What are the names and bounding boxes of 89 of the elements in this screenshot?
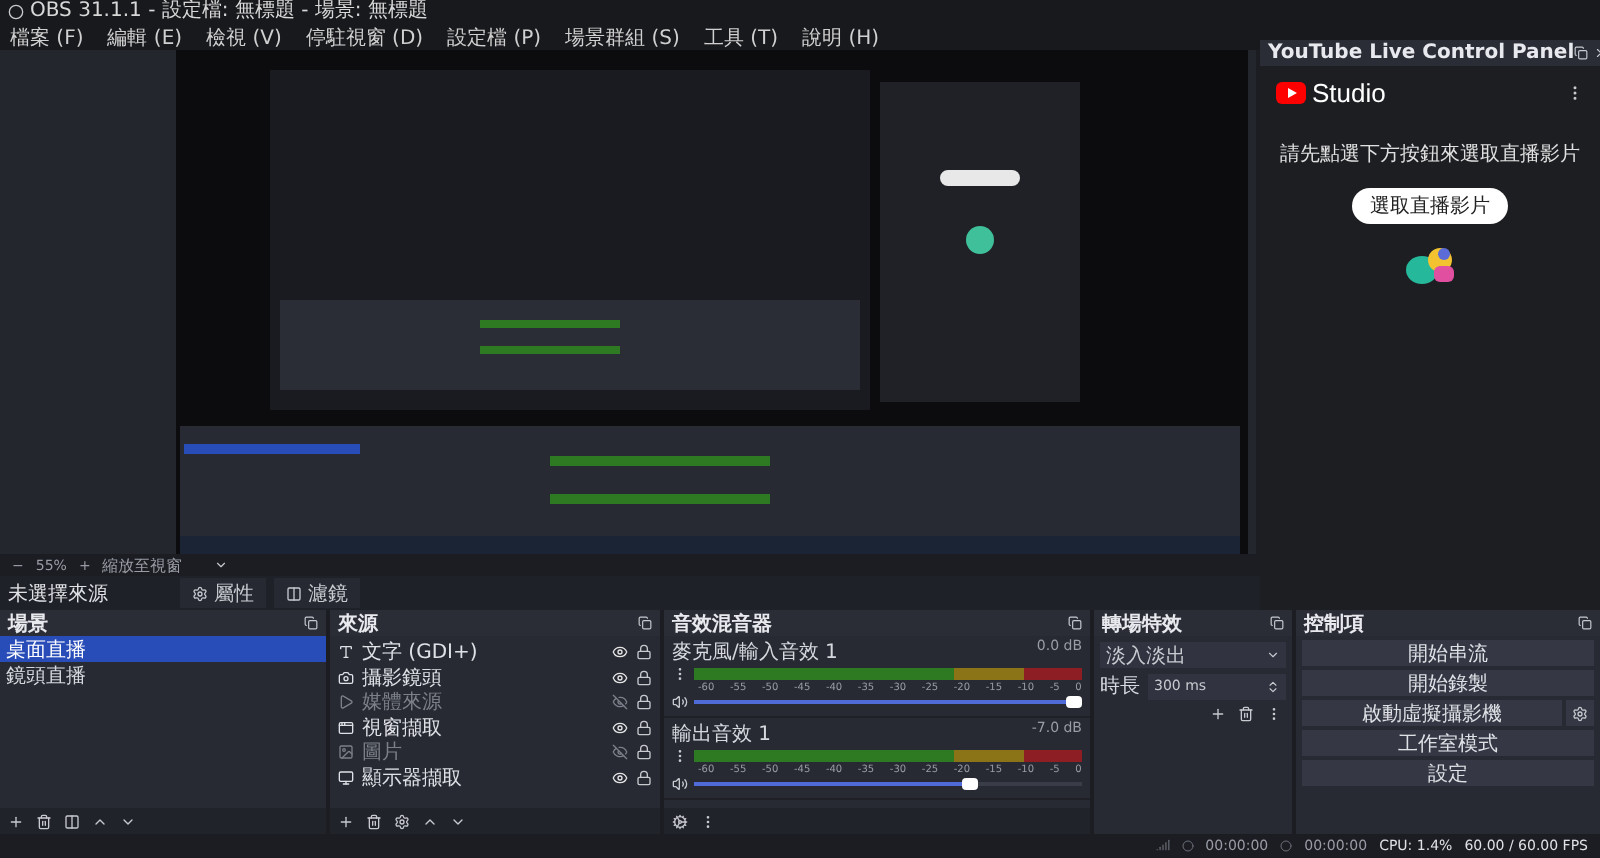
menu-item[interactable]: 檢視 (V) <box>206 23 282 51</box>
menu-item[interactable]: 工具 (T) <box>703 23 779 51</box>
float-icon[interactable] <box>1270 616 1284 630</box>
signal-icon <box>1155 838 1170 852</box>
gear-icon[interactable] <box>192 585 208 601</box>
channel-name: 輸出音效 1 <box>672 721 772 748</box>
volume-slider[interactable] <box>694 696 1082 708</box>
filter-icon[interactable] <box>286 585 302 601</box>
mascot-drawing <box>1404 244 1456 288</box>
scene-item[interactable]: 鏡頭直播 <box>0 662 326 688</box>
float-icon[interactable] <box>304 616 318 630</box>
transition-dropdown[interactable]: 淡入淡出 <box>1100 642 1286 668</box>
gear-icon[interactable] <box>672 813 688 829</box>
camera-icon <box>338 669 354 686</box>
control-button[interactable]: 開始錄製 <box>1302 670 1594 696</box>
zoom-mode-dropdown[interactable]: 縮放至視窗 <box>102 553 183 577</box>
source-name[interactable]: 圖片 <box>362 738 604 767</box>
eye-icon[interactable] <box>612 644 628 661</box>
dock-title: 控制項 <box>1304 611 1364 637</box>
instruction-text: 請先點選下方按鈕來選取直播影片 <box>1280 141 1580 168</box>
play-icon <box>338 694 354 711</box>
filter-icon[interactable] <box>64 813 80 829</box>
control-button[interactable]: 工作室模式 <box>1302 730 1594 756</box>
record-icon <box>1280 839 1293 851</box>
settings-button[interactable] <box>1566 700 1594 726</box>
image-icon <box>338 744 354 761</box>
slider-thumb[interactable] <box>961 778 978 790</box>
window-icon <box>338 719 354 736</box>
stream-icon <box>1181 839 1194 851</box>
source-name[interactable]: 視窗擷取 <box>362 713 604 742</box>
lock-icon[interactable] <box>636 744 652 761</box>
control-button[interactable]: 開始串流 <box>1302 640 1594 666</box>
float-icon[interactable] <box>638 616 652 630</box>
lock-icon[interactable] <box>636 694 652 711</box>
menu-item[interactable]: 說明 (H) <box>802 23 880 51</box>
slider-thumb[interactable] <box>1066 696 1082 708</box>
lock-icon[interactable] <box>636 644 652 661</box>
eye-icon[interactable] <box>612 719 628 736</box>
source-name[interactable]: 文字 (GDI+) <box>362 638 604 667</box>
select-stream-button[interactable]: 選取直播影片 <box>1352 188 1508 224</box>
add-icon[interactable] <box>338 813 354 829</box>
source-name[interactable]: 媒體來源 <box>362 688 604 717</box>
filters-button[interactable]: 濾鏡 <box>274 578 360 608</box>
gear-icon[interactable] <box>394 813 410 829</box>
add-icon[interactable] <box>1210 706 1226 722</box>
add-icon[interactable] <box>8 813 24 829</box>
trash-icon[interactable] <box>366 813 382 829</box>
duration-label: 時長 <box>1100 673 1140 700</box>
lock-icon[interactable] <box>636 719 652 736</box>
no-source-label: 未選擇來源 <box>8 581 110 607</box>
text-icon <box>338 644 354 661</box>
control-button[interactable]: 啟動虛擬攝影機 <box>1302 700 1562 726</box>
menu-item[interactable]: 編輯 (E) <box>107 23 183 51</box>
caret-icon[interactable] <box>214 558 229 572</box>
spinner-icon[interactable] <box>1266 679 1280 693</box>
properties-button[interactable]: 屬性 <box>180 578 266 608</box>
control-button[interactable]: 設定 <box>1302 760 1594 786</box>
trash-icon[interactable] <box>1238 706 1254 722</box>
scene-item[interactable]: 桌面直播 <box>0 636 326 662</box>
dock-title: 來源 <box>338 611 378 637</box>
eye-icon[interactable] <box>612 669 628 686</box>
menu-item[interactable]: 檔案 (F) <box>10 23 84 51</box>
dock-title: 場景 <box>8 611 48 637</box>
float-icon[interactable] <box>1068 616 1082 630</box>
float-icon[interactable] <box>1578 616 1592 630</box>
play-logo-icon <box>1276 82 1306 104</box>
float-icon[interactable] <box>1574 46 1589 60</box>
dock-title: YouTube Live Control Panel <box>1268 42 1575 64</box>
caret-icon[interactable] <box>1266 648 1280 662</box>
lock-icon[interactable] <box>636 769 652 786</box>
source-name[interactable]: 攝影鏡頭 <box>362 663 604 692</box>
menu-item[interactable]: 場景群組 (S) <box>565 23 680 51</box>
eye-icon[interactable] <box>612 769 628 786</box>
menu-item[interactable]: 設定檔 (P) <box>447 23 542 51</box>
trash-icon[interactable] <box>36 813 52 829</box>
lock-icon[interactable] <box>636 669 652 686</box>
studio-logo: Studio <box>1312 78 1386 108</box>
speaker-icon[interactable] <box>672 776 688 792</box>
channel-name: 麥克風/輸入音效 1 <box>672 639 838 666</box>
app-logo-icon <box>8 4 24 20</box>
menu-item[interactable]: 停駐視窗 (D) <box>305 23 424 51</box>
dock-title: 音效混音器 <box>672 610 772 637</box>
gear-icon <box>1572 705 1588 721</box>
eye-off-icon[interactable] <box>612 694 628 711</box>
speaker-icon[interactable] <box>672 694 688 710</box>
source-name[interactable]: 顯示器擷取 <box>362 763 604 792</box>
dock-title: 轉場特效 <box>1102 611 1182 637</box>
monitor-icon <box>338 769 354 786</box>
eye-off-icon[interactable] <box>612 744 628 761</box>
